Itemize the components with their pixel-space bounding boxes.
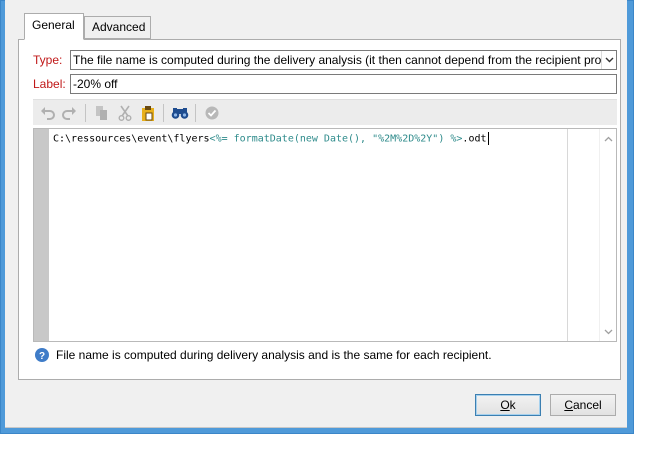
ok-mnemonic: O [500, 398, 510, 412]
cancel-mnemonic: C [564, 398, 573, 412]
code-path: C:\ressources\event\flyers [53, 133, 210, 145]
code-editor[interactable]: C:\ressources\event\flyers<%= formatDate… [33, 128, 617, 342]
paste-icon[interactable] [139, 104, 157, 122]
editor-gutter [34, 129, 49, 341]
toolbar-separator [85, 104, 86, 122]
editor-margin-line [567, 129, 568, 341]
ok-label-rest: k [509, 398, 516, 412]
cancel-label-rest: ancel [572, 398, 602, 412]
copy-icon[interactable] [93, 104, 111, 122]
general-panel: Type: The file name is computed during t… [18, 39, 621, 380]
label-input[interactable] [70, 74, 617, 94]
scroll-up-icon[interactable] [604, 134, 613, 143]
editor-scrollbar[interactable] [599, 129, 616, 341]
svg-text:?: ? [39, 351, 45, 362]
type-select[interactable]: The file name is computed during the del… [70, 50, 617, 70]
dialog-window: Advanced General Type: The file name is … [5, 0, 627, 428]
help-icon: ? [35, 348, 49, 362]
check-icon[interactable] [203, 104, 221, 122]
tab-advanced[interactable]: Advanced [84, 16, 151, 39]
cut-icon[interactable] [116, 104, 134, 122]
code-template-expression: <%= formatDate(new Date(), "%2M%2D%2Y") … [209, 133, 463, 145]
toolbar-separator [163, 104, 164, 122]
label-label: Label: [33, 77, 66, 91]
find-icon[interactable] [171, 104, 189, 122]
cancel-button[interactable]: Cancel [550, 394, 616, 416]
chevron-down-icon[interactable] [601, 51, 616, 69]
ok-button[interactable]: Ok [475, 394, 541, 416]
type-select-value: The file name is computed during the del… [73, 53, 602, 67]
toolbar-separator [195, 104, 196, 122]
info-text: File name is computed during delivery an… [56, 348, 492, 362]
editor-toolbar [33, 99, 617, 125]
undo-icon[interactable] [39, 104, 57, 122]
scroll-down-icon[interactable] [604, 327, 613, 336]
type-label: Type: [33, 53, 63, 67]
code-extension: .odt [462, 133, 487, 145]
editor-code[interactable]: C:\ressources\event\flyers<%= formatDate… [53, 132, 489, 145]
tab-general[interactable]: General [24, 13, 84, 40]
redo-icon[interactable] [60, 104, 78, 122]
text-cursor [487, 132, 489, 145]
